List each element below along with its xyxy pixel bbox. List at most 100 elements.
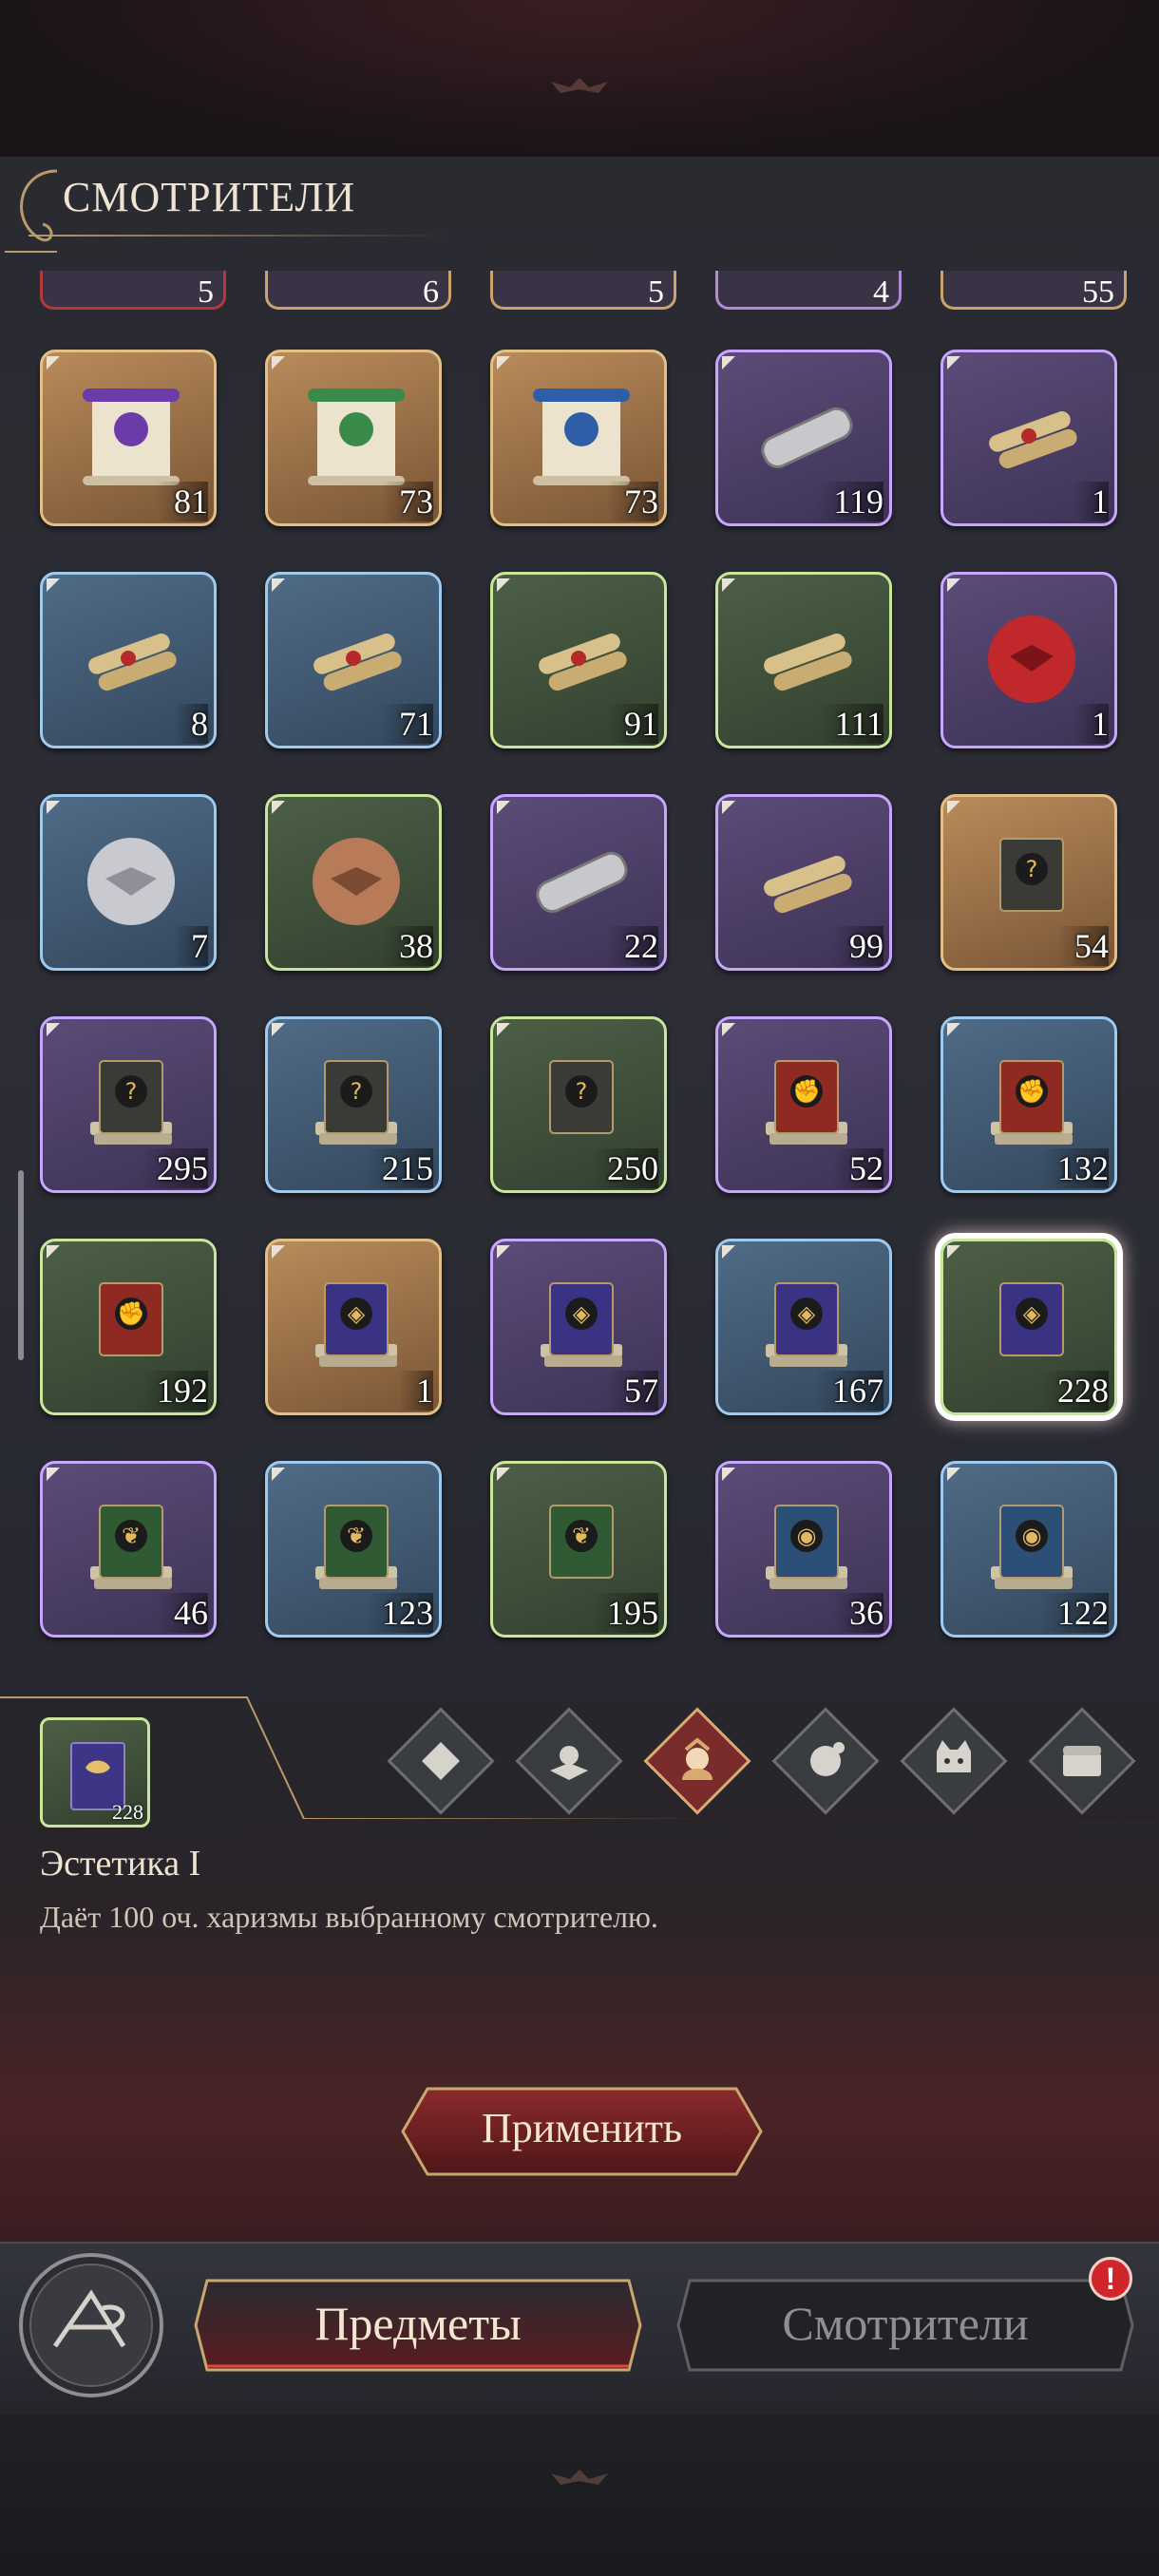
item-count: 192 — [140, 1371, 208, 1411]
item-tile[interactable]: ✊ 132 — [940, 1016, 1117, 1193]
item-count: 1 — [1074, 704, 1109, 744]
chest-icon — [1063, 1746, 1101, 1776]
item-tile[interactable]: 71 — [265, 572, 442, 748]
item-tile[interactable]: ◈ 57 — [490, 1239, 667, 1415]
tab-items[interactable]: Предметы — [190, 2275, 646, 2376]
scrollbar[interactable] — [18, 1170, 24, 1360]
corner-marker-icon — [722, 356, 735, 369]
item-tile[interactable]: ◉ 122 — [940, 1461, 1117, 1638]
category-tab-chest[interactable] — [1028, 1707, 1136, 1815]
home-emblem-button[interactable] — [17, 2251, 165, 2399]
mystery-book-icon: ? — [999, 838, 1064, 912]
item-tile[interactable]: ✊ 52 — [715, 1016, 892, 1193]
svg-text:❦: ❦ — [122, 1523, 141, 1549]
item-count: 250 — [590, 1148, 658, 1188]
silver-scroll-case-icon — [536, 851, 628, 914]
mask-book-stack-icon: ◈ — [315, 1282, 397, 1367]
item-tile[interactable]: ✊ 192 — [40, 1239, 217, 1415]
item-count: 22 — [607, 926, 658, 966]
item-count: 167 — [815, 1371, 884, 1411]
apply-button-label: Применить — [481, 2105, 683, 2151]
item-tile[interactable]: 91 — [490, 572, 667, 748]
fist-book-stack-icon: ✊ — [991, 1060, 1073, 1145]
top-decorative-bar — [0, 0, 1159, 157]
woman-portrait-icon — [682, 1737, 712, 1780]
item-tile[interactable]: ? 215 — [265, 1016, 442, 1193]
item-count: 215 — [365, 1148, 433, 1188]
title-flourish-icon — [5, 169, 58, 253]
item-tile[interactable]: ◉ 36 — [715, 1461, 892, 1638]
blue-eye-scroll-icon — [533, 388, 630, 485]
item-count: 73 — [382, 482, 433, 521]
corner-marker-icon — [47, 356, 60, 369]
corner-marker-icon — [947, 1023, 960, 1036]
notification-badge: ! — [1089, 2257, 1132, 2301]
eye-book-stack-icon: ◉ — [766, 1505, 847, 1589]
category-tab-bat-flower[interactable] — [515, 1707, 623, 1815]
item-tile[interactable]: 81 — [40, 350, 217, 526]
item-tile[interactable]: 111 — [715, 572, 892, 748]
rolled-scrolls-icon — [764, 856, 852, 914]
item-tile-selected[interactable]: ◈ 228 — [940, 1239, 1117, 1415]
item-tile[interactable]: 38 — [265, 794, 442, 971]
corner-marker-icon — [272, 1245, 285, 1259]
corner-marker-icon — [272, 801, 285, 814]
corner-marker-icon — [722, 1245, 735, 1259]
item-count: 36 — [832, 1593, 884, 1633]
item-tile[interactable]: ❦ 46 — [40, 1461, 217, 1638]
tab-items-label: Предметы — [314, 2297, 522, 2350]
corner-marker-icon — [947, 801, 960, 814]
item-tile[interactable]: ❦ 195 — [490, 1461, 667, 1638]
corner-marker-icon — [947, 1245, 960, 1259]
category-tab-woman-portrait[interactable] — [643, 1707, 751, 1815]
item-count: 1 — [399, 1371, 433, 1411]
item-tile[interactable]: ◈ 1 — [265, 1239, 442, 1415]
item-count: 7 — [174, 926, 208, 966]
corner-marker-icon — [47, 578, 60, 592]
item-count: 71 — [382, 704, 433, 744]
category-tab-diamond-grid[interactable] — [387, 1707, 495, 1815]
sealed-scroll-pile-icon — [539, 634, 627, 691]
svg-text:✊: ✊ — [117, 1300, 145, 1327]
corner-marker-icon — [47, 1023, 60, 1036]
item-tile[interactable]: 1 — [940, 572, 1117, 748]
category-tab-paw-ball[interactable] — [771, 1707, 880, 1815]
corner-marker-icon — [272, 356, 285, 369]
mystery-book-icon: ? — [549, 1060, 614, 1134]
corner-marker-icon — [947, 1468, 960, 1481]
item-tile[interactable]: 99 — [715, 794, 892, 971]
item-tile[interactable]: 22 — [490, 794, 667, 971]
bronze-wax-seal-icon — [313, 838, 400, 925]
svg-text:?: ? — [125, 1078, 138, 1105]
item-count: 73 — [607, 482, 658, 521]
corner-marker-icon — [947, 356, 960, 369]
corner-marker-icon — [497, 1023, 510, 1036]
item-count: 52 — [832, 1148, 884, 1188]
corner-marker-icon — [497, 1245, 510, 1259]
item-tile[interactable]: 73 — [265, 350, 442, 526]
item-tile[interactable]: ❦ 123 — [265, 1461, 442, 1638]
item-tile[interactable]: 73 — [490, 350, 667, 526]
silver-wax-seal-icon — [87, 838, 175, 925]
tab-keepers[interactable]: Смотрители — [673, 2275, 1138, 2376]
item-tile[interactable]: 119 — [715, 350, 892, 526]
item-tile[interactable]: ? 295 — [40, 1016, 217, 1193]
item-tile[interactable]: 1 — [940, 350, 1117, 526]
category-tab-cat-face[interactable] — [900, 1707, 1008, 1815]
cat-face-icon — [937, 1740, 971, 1772]
item-count: 195 — [590, 1593, 658, 1633]
corner-marker-icon — [947, 578, 960, 592]
silver-scroll-case-icon — [761, 407, 853, 469]
item-count: 111 — [817, 704, 884, 744]
item-tile[interactable]: ◈ 167 — [715, 1239, 892, 1415]
item-tile[interactable]: ? 250 — [490, 1016, 667, 1193]
red-wax-seal-icon — [988, 616, 1075, 703]
corner-marker-icon — [272, 1468, 285, 1481]
mask-book-stack-icon: ◈ — [766, 1282, 847, 1367]
tab-keepers-label: Смотрители — [782, 2297, 1029, 2350]
item-count: 228 — [1040, 1371, 1109, 1411]
item-tile[interactable]: 7 — [40, 794, 217, 971]
apply-button[interactable]: Применить — [399, 2085, 765, 2178]
item-tile[interactable]: ? 54 — [940, 794, 1117, 971]
item-tile[interactable]: 8 — [40, 572, 217, 748]
